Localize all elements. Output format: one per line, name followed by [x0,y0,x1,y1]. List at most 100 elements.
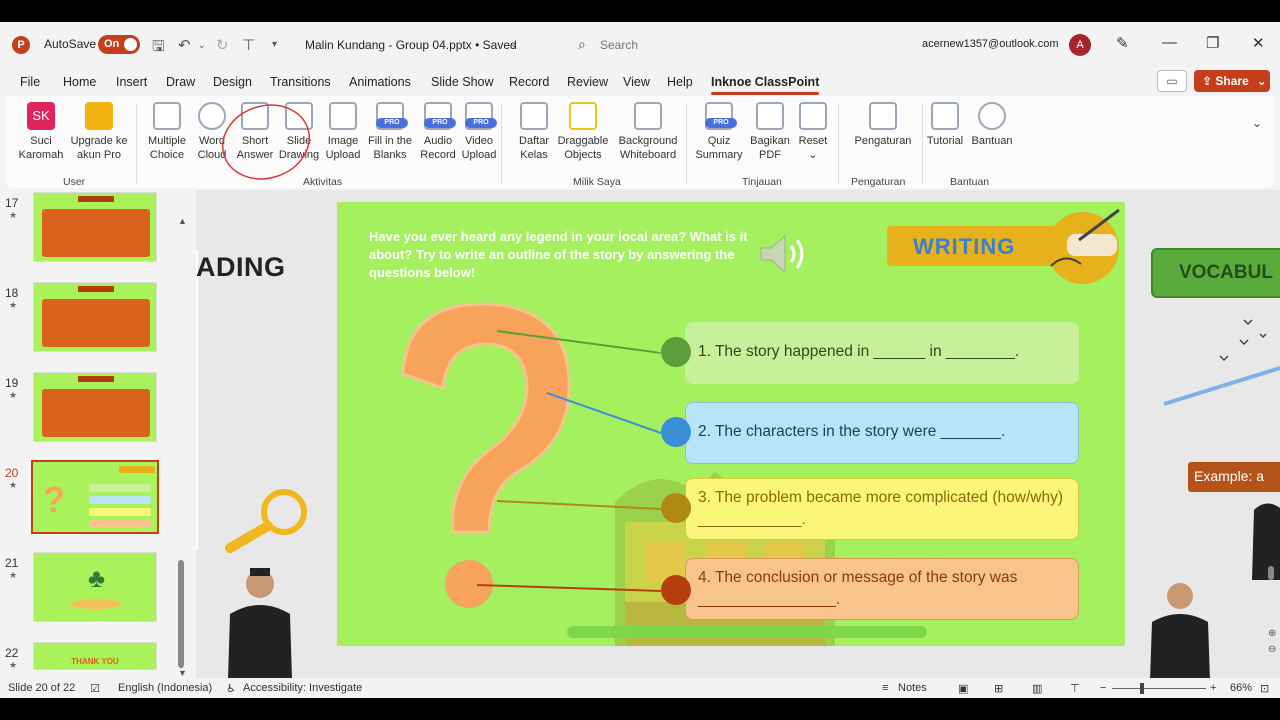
ribbon-label: Pengaturan [850,134,916,148]
speaker-icon[interactable] [757,232,807,276]
slideshow-icon[interactable]: ⊤ [1070,682,1080,695]
tab-help[interactable]: Help [667,75,693,89]
ribbon-label-line1: Suci [30,135,52,147]
ribbon-reset-button[interactable]: Reset ⌄ [784,102,842,162]
notes-button[interactable]: Notes [898,682,927,694]
notes-icon: ≡ [882,682,889,694]
question-box-1[interactable]: 1. The story happened in ______ in _____… [685,322,1079,384]
redo-icon[interactable]: ↻ [216,36,229,54]
vertical-scrollbar[interactable] [1268,566,1274,580]
tab-design[interactable]: Design [213,75,252,89]
thumb-banner [119,466,155,473]
search-input[interactable] [600,36,880,54]
ribbon-settings-button[interactable]: Pengaturan [850,102,916,148]
tab-review[interactable]: Review [567,75,608,89]
ribbon-label: Video Upload [450,134,508,162]
normal-view-icon[interactable]: ▣ [958,682,968,695]
tab-inknoe-classpoint[interactable]: Inknoe ClassPoint [711,75,820,95]
tab-view[interactable]: View [623,75,650,89]
offslide-example-label: Example: a [1188,462,1280,492]
spellcheck-icon[interactable]: ☑ [90,682,100,695]
minimize-icon[interactable]: — [1162,34,1177,51]
tab-record[interactable]: Record [509,75,549,89]
ribbon-label: Background Whiteboard [615,134,681,162]
slide-prompt[interactable]: Have you ever heard any legend in your l… [369,228,769,282]
account-email[interactable]: acernew1357@outlook.com [922,38,1059,50]
slide-thumbnail[interactable] [33,282,157,352]
thumb-question-box [89,508,151,516]
ribbon-help-button[interactable]: Bantuan [963,102,1021,148]
close-icon[interactable]: ✕ [1252,34,1265,52]
tab-transitions[interactable]: Transitions [270,75,331,89]
restore-icon[interactable]: ❐ [1206,34,1219,52]
thumb-question-box [89,484,151,492]
share-pdf-icon [756,102,784,130]
document-title[interactable]: Malin Kundang - Group 04.pptx • Saved [305,38,517,52]
ribbon-draggable-objects-button[interactable]: Draggable Objects [554,102,612,162]
comments-button[interactable]: ▭ [1157,70,1187,92]
search-box[interactable]: ⌕ [570,34,900,56]
accessibility-icon: ♿ [226,683,236,695]
title-dropdown-icon[interactable]: ⌄ [510,39,518,50]
undo-dropdown-icon[interactable]: ⌄ [198,40,206,51]
ribbon-label-line2: Objects [564,149,602,161]
present-icon[interactable]: ⊤ [242,36,255,54]
undo-icon[interactable]: ↶ [178,36,191,54]
question-box-2[interactable]: 2. The characters in the story were ____… [685,402,1079,464]
zoom-slider[interactable] [1112,688,1206,689]
toggle-knob [124,38,137,51]
writing-title: WRITING [913,234,1016,259]
tab-animations[interactable]: Animations [349,75,411,89]
zoom-slider-thumb[interactable] [1140,683,1144,694]
question-box-4[interactable]: 4. The conclusion or message of the stor… [685,558,1079,620]
tab-home[interactable]: Home [63,75,96,89]
slide-thumbnail[interactable]: ♣ [33,552,157,622]
slide-sorter-icon[interactable]: ⊞ [994,682,1003,695]
slides-pane-scrollbar[interactable] [178,560,184,668]
language-indicator[interactable]: English (Indonesia) [118,682,212,694]
save-icon[interactable]: 🖫 [152,36,165,61]
ribbon-crown-button[interactable]: Upgrade ke akun Pro [70,102,128,162]
question-box-3[interactable]: 3. The problem became more complicated (… [685,478,1079,540]
scroll-up-icon[interactable]: ▲ [178,216,187,226]
scroll-down-icon[interactable]: ▼ [178,668,187,678]
slide-number: 22 [5,646,19,660]
connector-dot [661,337,691,367]
avatar[interactable]: A [1069,34,1091,56]
share-button[interactable]: ⇪ Share ⌄ [1194,70,1270,92]
ribbon-label-line2: Karomah [18,149,64,161]
collapse-ribbon-icon[interactable]: ⌄ [1252,116,1262,130]
ribbon-label-line1: Quiz [707,135,731,147]
slide-thumbnail[interactable] [33,372,157,442]
customize-toolbar-icon[interactable]: ▾ [272,39,277,50]
ribbon-whiteboard-button[interactable]: Background Whiteboard [615,102,681,162]
tab-slide-show[interactable]: Slide Show [431,75,494,89]
fit-slide-icon[interactable]: ⊡ [1260,682,1269,695]
ribbon-label: Bantuan [963,134,1021,148]
pen-icon[interactable]: ✎ [1116,34,1129,52]
slide-editor: ADING Have you ever heard any legend in … [196,190,1280,680]
tab-file[interactable]: File [20,75,40,89]
ribbon-group-user: User [63,176,86,188]
ribbon-user-avatar-button[interactable]: SK Suci Karomah [12,102,70,162]
zoom-out-page-icon[interactable]: ⊖ [1268,644,1276,655]
zoom-level[interactable]: 66% [1230,682,1252,694]
ribbon-video-upload-button[interactable]: PRO Video Upload [450,102,508,162]
tab-draw[interactable]: Draw [166,75,195,89]
reading-view-icon[interactable]: ▥ [1032,682,1042,695]
zoom-in-icon[interactable]: + [1210,682,1216,694]
zoom-in-page-icon[interactable]: ⊕ [1268,628,1276,639]
slide-number: 19 [5,376,19,390]
share-label: Share [1215,74,1249,88]
ribbon-quiz-summary-button[interactable]: PRO Quiz Summary [690,102,748,162]
accessibility-status[interactable]: Accessibility: Investigate [243,682,362,694]
slide-thumbnail[interactable] [33,192,157,262]
slide-thumbnail[interactable]: THANK YOU [33,642,157,670]
zoom-out-icon[interactable]: − [1100,682,1106,694]
ribbon-separator [686,104,687,184]
autosave-toggle[interactable]: On [98,35,140,54]
tab-insert[interactable]: Insert [116,75,147,89]
animation-star-icon: ★ [9,660,18,670]
slide-thumbnail[interactable]: ? [31,460,159,534]
current-slide[interactable]: Have you ever heard any legend in your l… [337,202,1125,646]
